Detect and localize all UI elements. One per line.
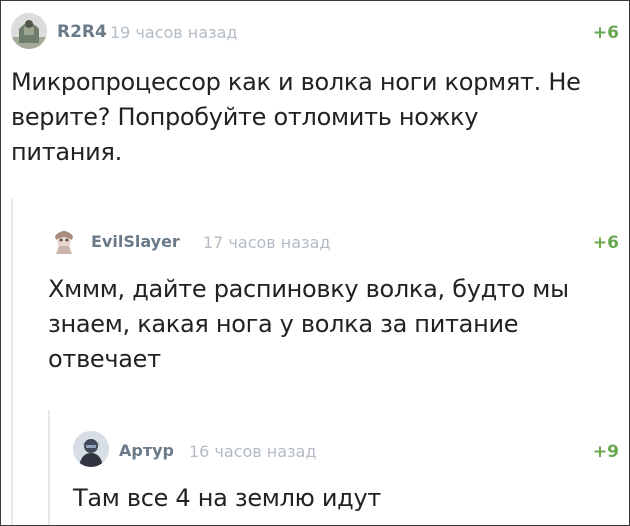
comment-author[interactable]: EvilSlayer: [91, 232, 180, 251]
comment-2: EvilSlayer 17 часов назад +6 Хммм, дайте…: [48, 226, 619, 396]
comment-author[interactable]: Артур: [119, 441, 174, 460]
comment-text: Микропроцессор как и волка ноги кормят. …: [11, 68, 581, 166]
comment-text: Там все 4 на землю идут: [73, 484, 382, 512]
comment-text: Хммм, дайте распиновку волка, будто мы з…: [48, 275, 569, 373]
avatar[interactable]: [11, 13, 47, 49]
avatar[interactable]: [48, 226, 80, 258]
thread-branch-line[interactable]: [48, 410, 50, 525]
comment-author[interactable]: R2R4: [57, 22, 107, 42]
comment-rating: +6: [592, 233, 619, 253]
avatar-r2r4-icon: [11, 13, 47, 49]
comment-rating: +6: [592, 23, 619, 43]
thread-branch-line[interactable]: [11, 199, 13, 525]
avatar-artur-icon: [73, 431, 109, 467]
comment-time: 16 часов назад: [189, 442, 317, 461]
comment-1: R2R4 19 часов назад +6 Микропроцессор ка…: [11, 13, 619, 183]
comment-time: 19 часов назад: [110, 23, 238, 42]
comment-rating: +9: [592, 442, 619, 462]
avatar[interactable]: [73, 431, 109, 467]
comment-thread: R2R4 19 часов назад +6 Микропроцессор ка…: [0, 0, 630, 526]
comment-3: Артур 16 часов назад +9 Там все 4 на зем…: [73, 431, 619, 521]
comment-time: 17 часов назад: [203, 233, 331, 252]
avatar-evilslayer-icon: [48, 226, 80, 258]
